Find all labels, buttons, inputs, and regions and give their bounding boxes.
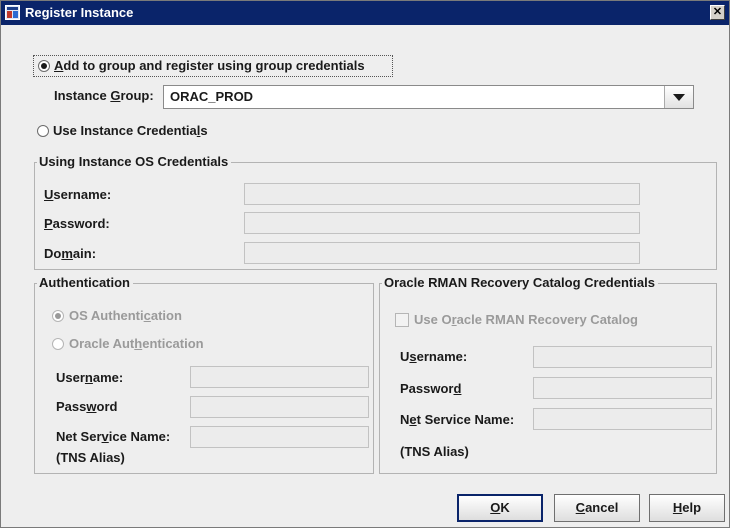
os-authentication-radio[interactable] [52, 310, 64, 322]
rman-username-field[interactable] [533, 346, 712, 368]
title-bar: Register Instance ✕ [1, 1, 729, 25]
os-username-label: Username: [44, 187, 112, 202]
auth-net-service-field[interactable] [190, 426, 369, 448]
chevron-down-icon[interactable] [664, 86, 693, 108]
help-button[interactable]: Help [649, 494, 725, 522]
ok-button[interactable]: OK [457, 494, 543, 522]
os-domain-label: Domain: [44, 246, 97, 261]
use-instance-credentials-label: Use Instance Credentials [53, 123, 208, 138]
close-icon[interactable]: ✕ [710, 5, 725, 20]
rman-tns-alias-label: (TNS Alias) [400, 444, 469, 459]
instance-group-label: Instance Group: [54, 88, 154, 103]
auth-username-label: Username: [56, 370, 124, 385]
authentication-legend: Authentication [37, 275, 133, 291]
app-window-icon [5, 5, 20, 20]
oracle-authentication-option[interactable]: Oracle Authentication [49, 335, 249, 353]
os-credentials-legend: Using Instance OS Credentials [37, 154, 232, 170]
add-to-group-option[interactable]: Add to group and register using group cr… [33, 55, 393, 77]
rman-net-service-label: Net Service Name: [400, 412, 515, 427]
rman-password-field[interactable] [533, 377, 712, 399]
use-instance-credentials-radio[interactable] [37, 125, 49, 137]
window-title: Register Instance [25, 5, 134, 20]
auth-net-service-label: Net Service Name: [56, 429, 171, 444]
add-to-group-radio[interactable] [38, 60, 50, 72]
use-rman-catalog-option[interactable]: Use Oracle RMAN Recovery Catalog [395, 311, 675, 329]
use-rman-catalog-label: Use Oracle RMAN Recovery Catalog [414, 312, 638, 327]
os-username-field[interactable] [244, 183, 640, 205]
use-rman-catalog-checkbox[interactable] [395, 313, 409, 327]
rman-catalog-legend: Oracle RMAN Recovery Catalog Credentials [382, 275, 658, 291]
os-authentication-label: OS Authentication [69, 308, 182, 323]
auth-tns-alias-label: (TNS Alias) [56, 450, 125, 465]
rman-username-label: Username: [400, 349, 468, 364]
auth-password-field[interactable] [190, 396, 369, 418]
use-instance-credentials-option[interactable]: Use Instance Credentials [33, 121, 253, 141]
auth-password-label: Password [56, 399, 118, 414]
rman-net-service-field[interactable] [533, 408, 712, 430]
instance-group-select[interactable]: ORAC_PROD [163, 85, 694, 109]
rman-password-label: Password [400, 381, 462, 396]
add-to-group-label: Add to group and register using group cr… [54, 58, 365, 73]
instance-group-value: ORAC_PROD [170, 89, 254, 104]
oracle-authentication-radio[interactable] [52, 338, 64, 350]
os-password-field[interactable] [244, 212, 640, 234]
cancel-button[interactable]: Cancel [554, 494, 640, 522]
register-instance-dialog: Register Instance ✕ Add to group and reg… [0, 0, 730, 528]
auth-username-field[interactable] [190, 366, 369, 388]
os-authentication-option[interactable]: OS Authentication [49, 307, 229, 325]
oracle-authentication-label: Oracle Authentication [69, 336, 204, 351]
os-password-label: Password: [44, 216, 110, 231]
os-domain-field[interactable] [244, 242, 640, 264]
